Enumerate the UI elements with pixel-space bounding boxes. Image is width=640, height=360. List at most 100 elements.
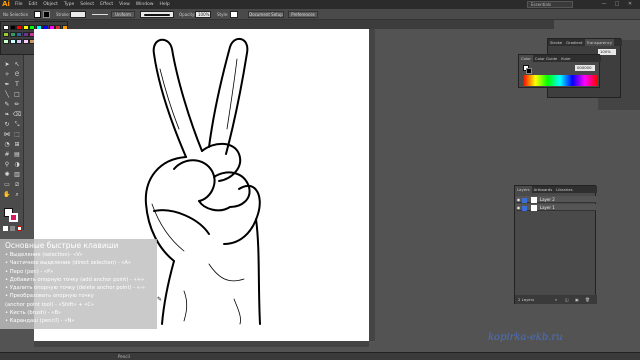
tab-color-guide[interactable]: Color Guide — [533, 55, 559, 62]
hotkey-line: (anchor point tool) - «Shift» + «C» — [5, 301, 95, 308]
tab-color[interactable]: Color — [519, 55, 533, 62]
menu-view[interactable]: View — [116, 0, 133, 9]
opacity-field[interactable]: 100% — [195, 11, 211, 18]
layers-footer: 2 Layers ⌕ ◫ ▣ 🗑 — [515, 295, 597, 304]
color-swatch[interactable] — [16, 25, 22, 30]
layer-thumbnail — [530, 197, 537, 203]
workspace-switcher[interactable]: Essentials — [527, 1, 573, 8]
color-swatch[interactable] — [22, 25, 29, 30]
lasso-tool-icon[interactable]: ᘓ — [12, 70, 22, 79]
menu-edit[interactable]: Edit — [26, 0, 41, 9]
hotkey-line: • Удалить опорную точку (delete anchor p… — [5, 285, 145, 292]
width-tool-icon[interactable]: ⋈ — [2, 130, 12, 139]
vertical-scrollbar[interactable] — [369, 29, 375, 341]
menu-help[interactable]: Help — [157, 0, 173, 9]
layer-color-chip — [522, 197, 528, 203]
delete-layer-icon[interactable]: 🗑 — [585, 295, 590, 304]
rectangle-tool-icon[interactable]: □ — [12, 90, 22, 99]
horizontal-scrollbar[interactable] — [34, 341, 369, 347]
magic-wand-tool-icon[interactable]: ✧ — [2, 70, 12, 79]
menu-effect[interactable]: Effect — [97, 0, 116, 9]
fill-swatch[interactable] — [34, 11, 41, 18]
free-transform-tool-icon[interactable]: ⬚ — [12, 130, 22, 139]
layer-row-1[interactable]: ◉ Layer 1 — [516, 204, 596, 211]
preferences-button[interactable]: Preferences — [288, 11, 318, 18]
mesh-tool-icon[interactable]: # — [2, 150, 12, 159]
hotkeys-overlay: Основные быстрые клавиши • Выделение (se… — [0, 239, 157, 329]
blob-brush-tool-icon[interactable]: ❧ — [2, 110, 12, 119]
color-spectrum[interactable] — [523, 75, 597, 86]
hotkey-line: • Преобразовать опорную точку — [5, 293, 94, 300]
slice-tool-icon[interactable]: ⧄ — [12, 180, 22, 189]
color-swatch[interactable] — [9, 39, 16, 44]
line-tool-icon[interactable]: ╲ — [2, 90, 12, 99]
color-mode-button[interactable] — [3, 226, 8, 231]
selection-tool-icon[interactable]: ➤ — [2, 60, 12, 69]
paintbrush-tool-icon[interactable]: ✎ — [2, 100, 12, 109]
stroke-color-box[interactable] — [9, 213, 18, 222]
close-button[interactable]: ✕ — [626, 1, 634, 8]
shape-builder-tool-icon[interactable]: ◔ — [2, 140, 12, 149]
stroke-swatch[interactable] — [43, 11, 50, 18]
brush-definition[interactable] — [140, 11, 174, 18]
menu-window[interactable]: Window — [133, 0, 157, 9]
rotate-tool-icon[interactable]: ↻ — [2, 120, 12, 129]
tab-stroke[interactable]: Stroke — [548, 39, 564, 46]
control-bar: No Selection Stroke: Uniform Opacity: 10… — [0, 9, 640, 20]
tab-kuler[interactable]: Kuler — [559, 55, 573, 62]
type-tool-icon[interactable]: T — [12, 80, 22, 89]
gradient-mode-button[interactable] — [10, 226, 15, 231]
color-swatch[interactable] — [16, 39, 22, 44]
color-swatch[interactable] — [16, 32, 22, 37]
document-setup-button[interactable]: Document Setup — [248, 11, 284, 18]
zoom-tool-icon[interactable]: ⌕ — [12, 190, 22, 199]
eyedropper-tool-icon[interactable]: ⚲ — [2, 160, 12, 169]
color-swatch[interactable] — [3, 32, 9, 37]
stroke-weight-field[interactable] — [70, 11, 86, 18]
blend-tool-icon[interactable]: ◑ — [12, 160, 22, 169]
menu-file[interactable]: File — [12, 0, 26, 9]
variable-width-profile[interactable]: Uniform — [111, 11, 135, 18]
color-swatch[interactable] — [9, 32, 16, 37]
layer-name[interactable]: Layer 1 — [540, 205, 555, 210]
locate-object-icon[interactable]: ⌕ — [555, 295, 557, 304]
maximize-button[interactable]: □ — [613, 1, 621, 8]
new-layer-icon[interactable]: ▣ — [575, 295, 579, 304]
tab-gradient[interactable]: Gradient — [564, 39, 585, 46]
pencil-tool-icon[interactable]: ✏ — [12, 100, 22, 109]
none-mode-button[interactable] — [17, 226, 22, 231]
layer-row-2[interactable]: ◉ Layer 2 — [516, 196, 596, 203]
tab-libraries[interactable]: Libraries — [554, 186, 574, 193]
color-swatch[interactable] — [3, 25, 9, 30]
layer-name[interactable]: Layer 2 — [540, 197, 555, 202]
stroke-profile-line — [92, 14, 108, 15]
graphic-style-swatch[interactable] — [230, 11, 238, 18]
menu-select[interactable]: Select — [77, 0, 97, 9]
eye-icon[interactable]: ◉ — [516, 204, 521, 211]
gradient-tool-icon[interactable]: ▤ — [12, 150, 22, 159]
menu-type[interactable]: Type — [61, 0, 77, 9]
symbol-sprayer-tool-icon[interactable]: ✺ — [2, 170, 12, 179]
perspective-grid-tool-icon[interactable]: ⊞ — [12, 140, 22, 149]
tab-layers[interactable]: Layers — [515, 186, 532, 193]
minimize-button[interactable]: — — [600, 1, 608, 8]
color-swatch[interactable] — [22, 32, 29, 37]
hex-field[interactable]: 000000 — [575, 65, 595, 71]
color-stroke-box[interactable] — [526, 68, 532, 74]
color-swatch[interactable] — [22, 39, 29, 44]
direct-selection-tool-icon[interactable]: ↖ — [12, 60, 22, 69]
column-graph-tool-icon[interactable]: ▥ — [12, 170, 22, 179]
eye-icon[interactable]: ◉ — [516, 196, 521, 203]
pen-tool-icon[interactable]: ✒ — [2, 80, 12, 89]
color-swatch[interactable] — [9, 25, 16, 30]
clipping-mask-icon[interactable]: ◫ — [565, 295, 569, 304]
eraser-tool-icon[interactable]: ⌫ — [12, 110, 22, 119]
tab-transparency[interactable]: Transparency — [584, 39, 614, 46]
status-bar: Pencil — [0, 352, 640, 360]
scale-tool-icon[interactable]: ⤡ — [12, 120, 22, 129]
color-swatch[interactable] — [3, 39, 9, 44]
menu-object[interactable]: Object — [40, 0, 61, 9]
artboard-tool-icon[interactable]: ▭ — [2, 180, 12, 189]
tab-artboards[interactable]: Artboards — [532, 186, 555, 193]
hand-tool-icon[interactable]: ✋ — [2, 190, 12, 199]
